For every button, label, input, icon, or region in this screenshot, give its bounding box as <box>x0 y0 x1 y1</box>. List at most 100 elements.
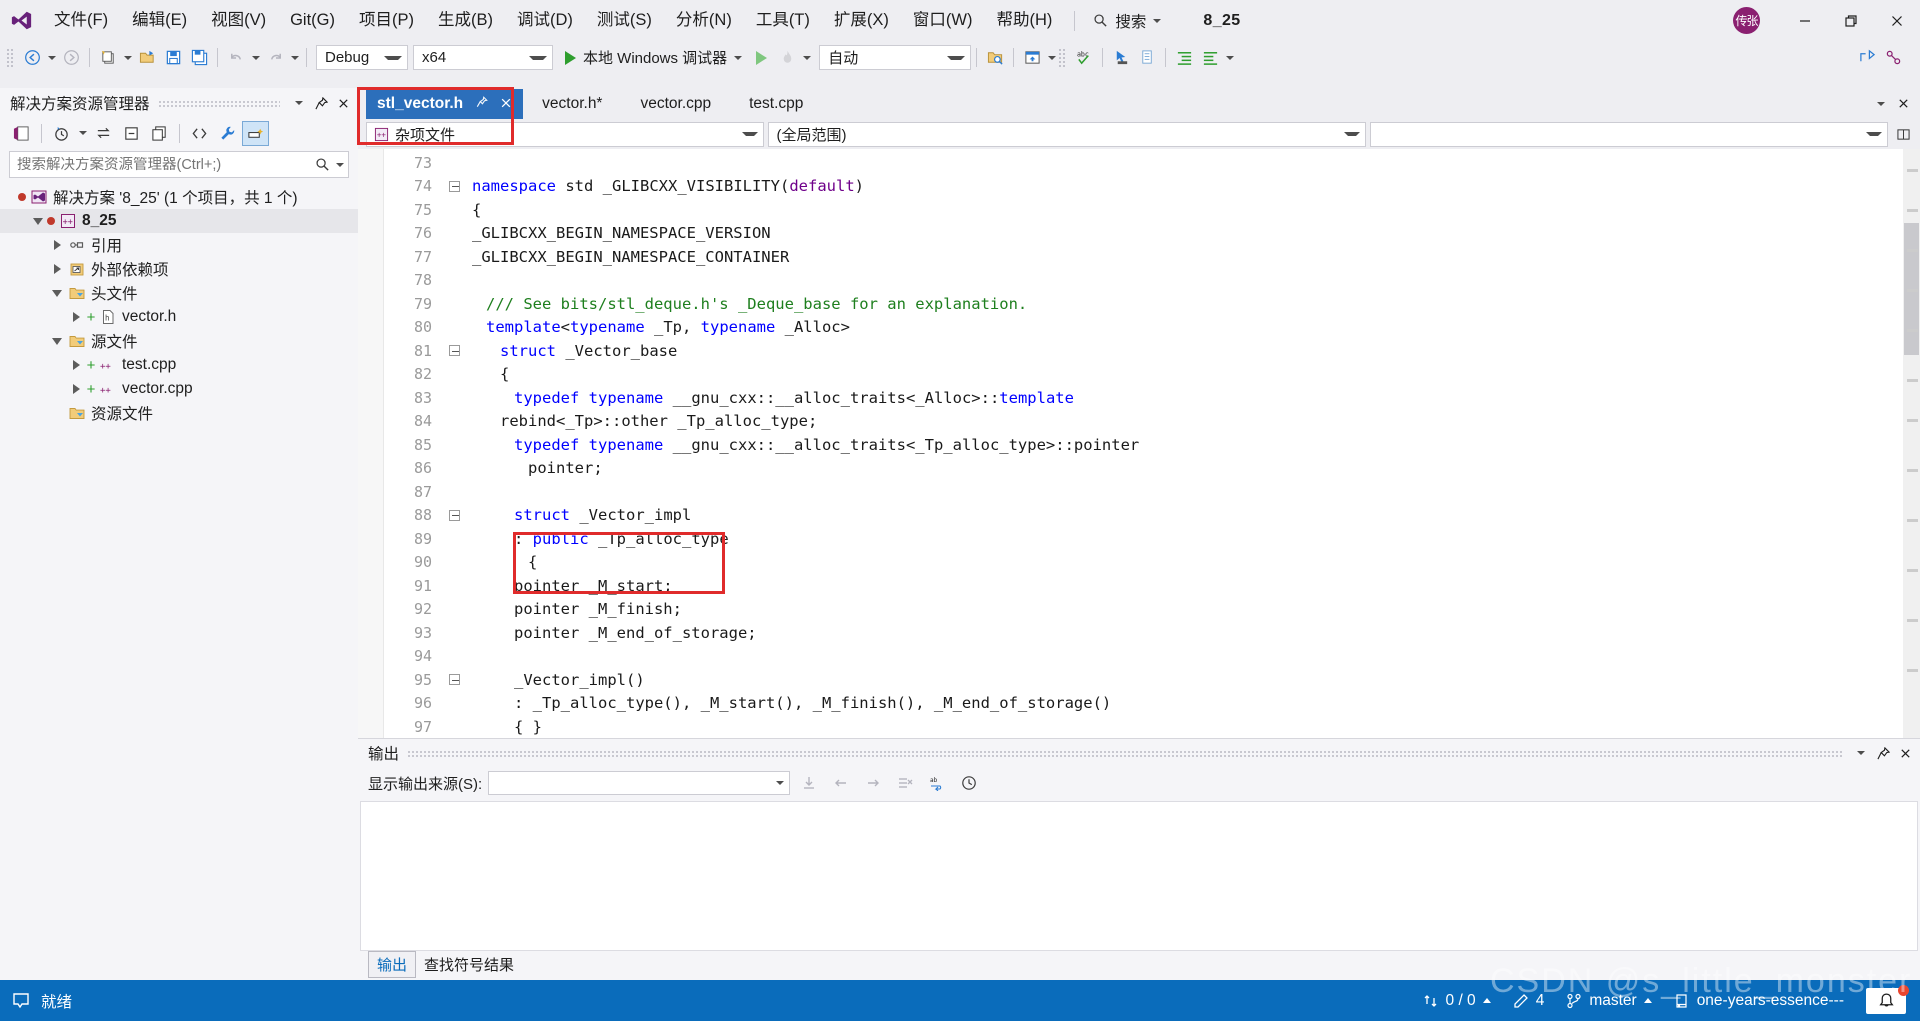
start-without-debug-button[interactable] <box>748 45 774 71</box>
collapse-all-button[interactable] <box>118 121 145 146</box>
panel-menu-button[interactable] <box>288 91 310 115</box>
show-all-files-button[interactable] <box>146 121 173 146</box>
select-tool-button[interactable] <box>1108 45 1134 71</box>
code-text-area[interactable]: 73 74 namespace std _GLIBCXX_VISIBILITY(de… <box>384 149 1920 738</box>
navigate-forward-button[interactable] <box>58 45 84 71</box>
menu-tools[interactable]: 工具(T) <box>744 0 822 41</box>
split-editor-button[interactable] <box>1892 122 1914 146</box>
toggle-timestamp-button[interactable] <box>956 771 982 795</box>
code-line[interactable]: 85 typedef typename __gnu_cxx::__alloc_tr… <box>384 433 1920 457</box>
navigate-back-button[interactable] <box>19 45 45 71</box>
code-line[interactable]: 80 template<typename _Tp, typename _Alloc… <box>384 316 1920 340</box>
next-message-button[interactable] <box>860 771 886 795</box>
preview-selected-items-button[interactable] <box>242 120 269 146</box>
menu-window[interactable]: 窗口(W) <box>901 0 985 41</box>
live-share-button[interactable] <box>1880 45 1906 71</box>
collapse-region-icon[interactable] <box>442 509 466 521</box>
collapse-arrow-icon[interactable] <box>29 217 47 225</box>
editor-tab-vector.cpp[interactable]: vector.cpp <box>629 89 722 119</box>
minimize-button[interactable] <box>1782 0 1828 41</box>
code-line[interactable]: 84 rebind<_Tp>::other _Tp_alloc_type; <box>384 410 1920 434</box>
sync-with-active-document-button[interactable] <box>90 121 117 146</box>
project-scope-dropdown[interactable]: ++ 杂项文件 <box>366 121 765 147</box>
hot-reload-button[interactable] <box>774 45 800 71</box>
menu-view[interactable]: 视图(V) <box>199 0 278 41</box>
window-layout-button[interactable] <box>1019 45 1045 71</box>
expand-arrow-icon[interactable] <box>67 360 85 370</box>
menu-git[interactable]: Git(G) <box>278 0 347 41</box>
menu-extensions[interactable]: 扩展(X) <box>822 0 901 41</box>
panel-close-button[interactable] <box>332 91 354 115</box>
code-line[interactable]: 73 <box>384 151 1920 175</box>
toolbar-grip-2[interactable] <box>1058 47 1068 68</box>
code-line[interactable]: 74 namespace std _GLIBCXX_VISIBILITY(defa… <box>384 175 1920 199</box>
output-source-dropdown[interactable] <box>488 771 791 795</box>
restore-button[interactable] <box>1828 0 1874 41</box>
go-to-message-button[interactable] <box>796 771 822 795</box>
symbol-scope-dropdown[interactable] <box>1370 121 1889 147</box>
outdent-button[interactable] <box>1197 45 1223 71</box>
more-toolbar-button[interactable] <box>1223 45 1236 71</box>
indicator-margin[interactable] <box>358 149 384 738</box>
code-line[interactable]: 82 { <box>384 363 1920 387</box>
comment-button[interactable] <box>1134 45 1160 71</box>
tree-item-头文件[interactable]: 头文件 <box>0 281 358 305</box>
code-line[interactable]: 96: _Tp_alloc_type(), _M_start(), _M_fin… <box>384 692 1920 716</box>
unsaved-edits[interactable]: 4 <box>1513 992 1544 1010</box>
open-file-button[interactable] <box>134 45 160 71</box>
output-close-button[interactable] <box>1894 741 1916 765</box>
collapse-arrow-icon[interactable] <box>48 337 66 345</box>
pending-changes-dropdown[interactable] <box>76 120 89 146</box>
redo-dropdown[interactable] <box>288 45 301 71</box>
menu-test[interactable]: 测试(S) <box>585 0 664 41</box>
code-line[interactable]: 97 { } <box>384 715 1920 738</box>
open-in-editor-button[interactable] <box>8 121 35 146</box>
source-control-changes[interactable]: 0 / 0 <box>1423 992 1491 1010</box>
redo-button[interactable] <box>262 45 288 71</box>
save-all-button[interactable] <box>186 45 212 71</box>
output-tab-output[interactable]: 输出 <box>368 950 417 978</box>
member-scope-dropdown[interactable]: (全局范围) <box>768 121 1367 147</box>
tree-item-8_25[interactable]: ++ 8_25 <box>0 209 358 233</box>
share-button[interactable] <box>1854 45 1880 71</box>
tree-item-资源文件[interactable]: 资源文件 <box>0 401 358 425</box>
collapse-region-icon[interactable] <box>442 345 466 357</box>
auto-dropdown[interactable]: 自动 <box>819 45 972 70</box>
new-project-button[interactable] <box>95 45 121 71</box>
editor-close-button[interactable] <box>1892 92 1914 116</box>
search-box[interactable]: 搜索 <box>1085 8 1169 34</box>
code-line[interactable]: 83 typedef typename __gnu_cxx::__alloc_tr… <box>384 386 1920 410</box>
tree-item-外部依赖项[interactable]: 外部依赖项 <box>0 257 358 281</box>
solution-explorer-search[interactable] <box>9 151 349 178</box>
git-branch[interactable]: master <box>1566 992 1652 1010</box>
menu-analyze[interactable]: 分析(N) <box>664 0 744 41</box>
expand-arrow-icon[interactable] <box>48 240 66 250</box>
clear-output-button[interactable] <box>892 771 918 795</box>
editor-vertical-scrollbar[interactable] <box>1903 149 1920 738</box>
back-dropdown[interactable] <box>45 45 58 71</box>
start-debug-button[interactable]: 本地 Windows 调试器 <box>559 45 748 71</box>
code-line[interactable]: 90 { <box>384 551 1920 575</box>
code-line[interactable]: 89: public _Tp_alloc_type <box>384 527 1920 551</box>
menu-file[interactable]: 文件(F) <box>42 0 120 41</box>
tree-item-solution[interactable]: 解决方案 '8_25' (1 个项目，共 1 个) <box>0 185 358 209</box>
code-line[interactable]: 76 _GLIBCXX_BEGIN_NAMESPACE_VERSION <box>384 222 1920 246</box>
save-button[interactable] <box>160 45 186 71</box>
pin-button[interactable] <box>310 91 332 115</box>
platform-dropdown[interactable]: x64 <box>413 45 553 70</box>
expand-arrow-icon[interactable] <box>67 312 85 322</box>
previous-message-button[interactable] <box>828 771 854 795</box>
notifications-button[interactable] <box>1866 984 1909 1014</box>
output-text-area[interactable] <box>360 801 1918 951</box>
tree-item-引用[interactable]: 引用 <box>0 233 358 257</box>
close-tab-icon[interactable] <box>500 96 512 113</box>
editor-tab-stl_vector.h[interactable]: stl_vector.h <box>366 89 524 119</box>
code-line[interactable]: 75 { <box>384 198 1920 222</box>
git-repository[interactable]: one-years-essence--- <box>1674 992 1844 1010</box>
undo-dropdown[interactable] <box>249 45 262 71</box>
code-line[interactable]: 94 <box>384 645 1920 669</box>
code-editor[interactable]: 73 74 namespace std _GLIBCXX_VISIBILITY(de… <box>358 149 1920 738</box>
output-pin-button[interactable] <box>1872 741 1894 765</box>
expand-arrow-icon[interactable] <box>67 384 85 394</box>
tree-item-源文件[interactable]: 源文件 <box>0 329 358 353</box>
